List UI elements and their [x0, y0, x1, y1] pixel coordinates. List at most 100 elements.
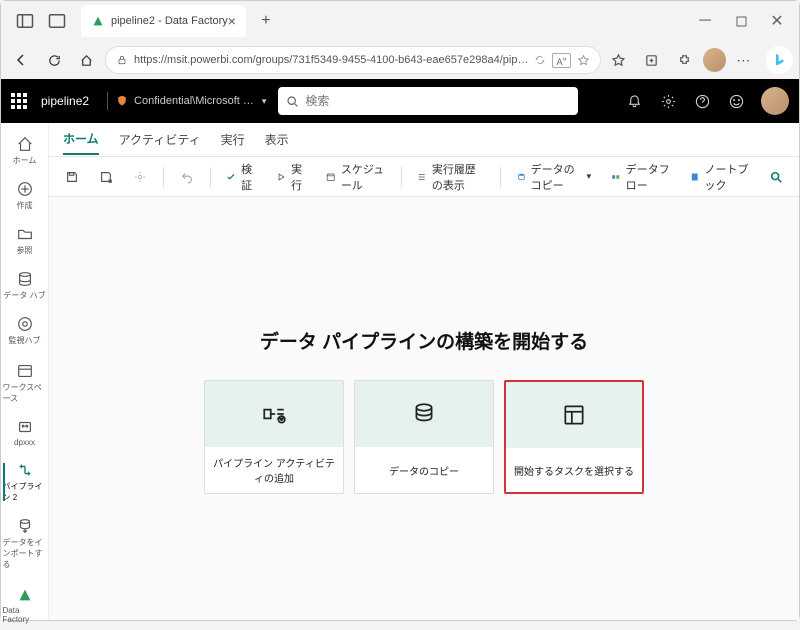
back-button[interactable]: [7, 45, 36, 75]
browser-addrbar: https://msit.powerbi.com/groups/731f5349…: [1, 41, 799, 79]
nav-browse-label: 参照: [17, 245, 33, 256]
notifications-icon[interactable]: [625, 92, 643, 110]
tabs-icon[interactable]: [47, 11, 67, 31]
nav-datafactory-label: Data Factory: [3, 606, 47, 624]
run-button[interactable]: 実行: [270, 157, 312, 197]
toolbar: 検証 実行 スケジュール 実行履歴の表示 データのコピー ▾ データフロー ノート…: [49, 157, 799, 197]
dataflow-button[interactable]: データフロー: [605, 157, 676, 197]
card-add-activity[interactable]: パイプライン アクティビティの追加: [204, 380, 344, 494]
url-bar[interactable]: https://msit.powerbi.com/groups/731f5349…: [105, 46, 601, 74]
browser-tab[interactable]: pipeline2 - Data Factory ×: [81, 5, 246, 37]
schedule-label: スケジュール: [341, 161, 385, 193]
app-bar: pipeline2 Confidential\Microsoft … ▾: [1, 79, 799, 123]
collections-icon[interactable]: [637, 45, 666, 75]
nav-monitor-label: 監視ハブ: [9, 335, 41, 346]
ribbon-tabs: ホーム アクティビティ 実行 表示: [49, 123, 799, 157]
template-icon: [561, 402, 587, 428]
card-copy-data[interactable]: データのコピー: [354, 380, 494, 494]
undo-button[interactable]: [174, 166, 200, 188]
help-icon[interactable]: [693, 92, 711, 110]
pipeline-icon: [261, 401, 287, 427]
refresh-button[interactable]: [40, 45, 69, 75]
extensions-icon[interactable]: [670, 45, 699, 75]
nav-dpxxx[interactable]: dpxxx: [3, 412, 47, 453]
save-button[interactable]: [59, 166, 85, 188]
nav-workspace[interactable]: ワークスペース: [3, 356, 47, 410]
copydata-label: データのコピー: [531, 161, 580, 193]
minimize-button[interactable]: ─: [687, 6, 723, 36]
card-choose-task[interactable]: 開始するタスクを選択する: [504, 380, 644, 494]
browser-titlebar: pipeline2 - Data Factory × + ─ ✕: [1, 1, 799, 41]
nav-import-label: データをインポートする: [3, 537, 47, 570]
chevron-down-icon: ▾: [587, 171, 592, 182]
nav-workspace-label: ワークスペース: [3, 382, 47, 404]
notebook-label: ノートブック: [705, 161, 749, 193]
nav-datahub[interactable]: データ ハブ: [3, 264, 47, 307]
sensitivity-text: Confidential\Microsoft …: [134, 95, 254, 107]
settings-icon[interactable]: [659, 92, 677, 110]
lock-icon: [116, 54, 128, 66]
database-icon: [411, 401, 437, 427]
close-window-button[interactable]: ✕: [759, 6, 795, 36]
main-area: ホーム アクティビティ 実行 表示 検証 実行 スケジュール 実行履歴の表示 デ…: [49, 123, 799, 620]
nav-pipeline2-label: パイプライン 2: [3, 481, 47, 503]
nav-monitor[interactable]: 監視ハブ: [3, 309, 47, 352]
settings-button[interactable]: [127, 166, 153, 188]
copydata-button[interactable]: データのコピー ▾: [511, 157, 598, 197]
tab-run[interactable]: 実行: [221, 125, 245, 154]
pipeline-name: pipeline2: [41, 94, 89, 108]
shield-icon: [116, 94, 128, 108]
home-button[interactable]: [72, 45, 101, 75]
app-launcher-icon[interactable]: [11, 93, 27, 109]
sync-icon[interactable]: [534, 54, 546, 66]
canvas-title: データ パイプラインの構築を開始する: [260, 327, 588, 354]
history-button[interactable]: 実行履歴の表示: [411, 157, 490, 197]
notebook-button[interactable]: ノートブック: [684, 157, 755, 197]
sidebar-toggle-icon[interactable]: [15, 11, 35, 31]
nav-home[interactable]: ホーム: [3, 129, 47, 172]
search-input[interactable]: [305, 94, 570, 108]
history-label: 実行履歴の表示: [432, 161, 484, 193]
nav-create-label: 作成: [17, 200, 33, 211]
more-menu-icon[interactable]: ⋯: [730, 45, 759, 75]
tab-title: pipeline2 - Data Factory: [111, 15, 228, 27]
nav-pipeline2[interactable]: パイプライン 2: [3, 455, 47, 509]
bing-button[interactable]: [766, 46, 793, 74]
tab-activity[interactable]: アクティビティ: [119, 125, 201, 154]
favicon-icon: [91, 14, 105, 28]
nav-create[interactable]: 作成: [3, 174, 47, 217]
user-avatar[interactable]: [761, 87, 789, 115]
profile-avatar[interactable]: [703, 48, 726, 72]
toolbar-search-icon[interactable]: [763, 166, 789, 188]
card-copy-data-label: データのコピー: [355, 447, 493, 493]
dataflow-label: データフロー: [626, 161, 670, 193]
new-tab-button[interactable]: +: [254, 9, 278, 33]
sensitivity-label[interactable]: Confidential\Microsoft … ▾: [116, 94, 266, 108]
favorite-icon[interactable]: [577, 54, 590, 67]
canvas-cards: パイプライン アクティビティの追加 データのコピー 開始するタスクを選択する: [204, 380, 644, 494]
card-add-activity-label: パイプライン アクティビティの追加: [205, 447, 343, 493]
canvas: データ パイプラインの構築を開始する パイプライン アクティビティの追加 データ…: [49, 197, 799, 620]
maximize-button[interactable]: [723, 6, 759, 36]
nav-import[interactable]: データをインポートする: [3, 511, 47, 576]
global-search[interactable]: [278, 87, 578, 115]
favorites-icon[interactable]: [605, 45, 634, 75]
chevron-down-icon: ▾: [262, 96, 267, 107]
feedback-icon[interactable]: [727, 92, 745, 110]
schedule-button[interactable]: スケジュール: [320, 157, 390, 197]
tab-view[interactable]: 表示: [265, 125, 289, 154]
left-nav: ホーム 作成 参照 データ ハブ 監視ハブ ワークスペース dpxxx パイプラ…: [1, 123, 49, 620]
nav-dpxxx-label: dpxxx: [14, 438, 35, 447]
close-tab-icon[interactable]: ×: [228, 13, 236, 29]
divider: [107, 92, 108, 110]
nav-home-label: ホーム: [13, 155, 37, 166]
reader-badge[interactable]: A»: [552, 53, 570, 68]
nav-datafactory[interactable]: Data Factory: [3, 580, 47, 630]
saveas-button[interactable]: [93, 166, 119, 188]
url-text: https://msit.powerbi.com/groups/731f5349…: [134, 54, 528, 66]
validate-button[interactable]: 検証: [220, 157, 262, 197]
card-choose-task-label: 開始するタスクを選択する: [506, 448, 642, 492]
search-icon: [286, 95, 299, 108]
tab-home[interactable]: ホーム: [63, 124, 99, 155]
nav-browse[interactable]: 参照: [3, 219, 47, 262]
